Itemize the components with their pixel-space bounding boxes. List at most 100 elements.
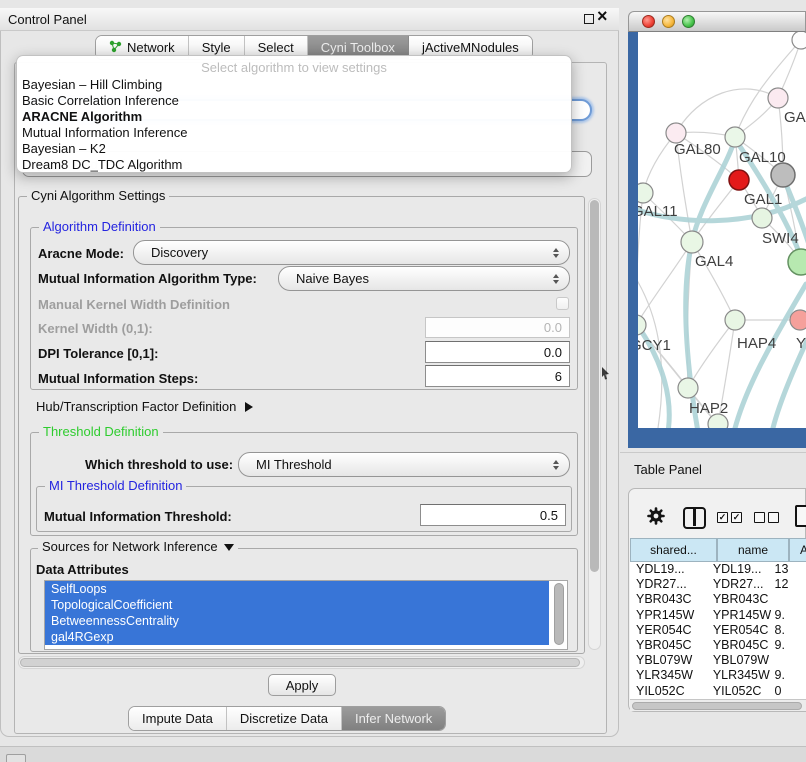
cell: YLR345W <box>707 668 771 683</box>
node-gal11[interactable] <box>638 183 653 203</box>
node-hap4[interactable] <box>725 310 745 330</box>
mi-steps-field[interactable]: 6 <box>425 365 570 387</box>
algorithm-option[interactable]: Mutual Information Inference <box>17 125 571 141</box>
algorithm-option-selected[interactable]: ARACNE Algorithm <box>17 109 571 125</box>
algorithm-placeholder: Select algorithm to view settings <box>17 59 571 77</box>
expand-right-icon <box>245 402 253 412</box>
node-gal80[interactable] <box>666 123 686 143</box>
manual-kernel-checkbox[interactable] <box>556 297 569 310</box>
table-row[interactable]: YLR345WYLR345W9. <box>630 668 806 683</box>
node-gal-pink[interactable] <box>768 88 788 108</box>
kernel-width-label: Kernel Width (0,1): <box>38 321 153 337</box>
document-icon[interactable] <box>795 505 806 527</box>
tab-discretize-data[interactable]: Discretize Data <box>227 707 342 730</box>
table-row[interactable]: YBR045CYBR045C9. <box>630 638 806 653</box>
table-horizontal-scrollbar[interactable] <box>630 699 806 711</box>
table-row[interactable]: YPR145WYPR145W9. <box>630 608 806 623</box>
tab-impute-data[interactable]: Impute Data <box>129 707 227 730</box>
settings-horizontal-scrollbar-thumb[interactable] <box>20 658 580 667</box>
cell: YER054C <box>707 623 771 638</box>
apply-button[interactable]: Apply <box>268 674 336 696</box>
node-table[interactable]: YDL19...YDL19...13 YDR27...YDR27...12 YB… <box>630 562 806 699</box>
node-salmon[interactable] <box>790 310 806 330</box>
cell: YPR145W <box>630 608 707 623</box>
columns-icon[interactable] <box>683 507 706 529</box>
cell: YBR043C <box>707 592 771 607</box>
attribute-item-selected[interactable]: SelfLoops <box>45 581 549 597</box>
close-icon[interactable]: × <box>597 7 608 25</box>
cell: YDL19... <box>707 562 771 577</box>
table-row[interactable]: YDL19...YDL19...13 <box>630 562 806 577</box>
cell: 13 <box>771 562 806 577</box>
mi-steps-value: 6 <box>555 369 562 384</box>
collapse-down-icon <box>224 544 234 551</box>
spinner-arrows-icon <box>553 248 559 258</box>
sources-legend-label: Sources for Network Inference <box>42 539 218 555</box>
deselect-all-checks-icon[interactable] <box>754 512 779 523</box>
settings-vertical-scrollbar-thumb[interactable] <box>590 200 599 572</box>
algorithm-option[interactable]: Bayesian – K2 <box>17 141 571 157</box>
hub-definition-label: Hub/Transcription Factor Definition <box>36 399 236 415</box>
column-header-shared[interactable]: shared... <box>630 538 717 562</box>
aracne-mode-value: Discovery <box>151 245 208 260</box>
node-label: GAL11 <box>638 203 678 220</box>
list-scrollbar-thumb[interactable] <box>554 583 564 645</box>
attribute-item-selected[interactable]: TopologicalCoefficient <box>45 597 549 613</box>
mi-threshold-legend: MI Threshold Definition <box>45 478 186 494</box>
select-all-checks-icon[interactable]: ✓ ✓ <box>717 512 742 523</box>
mi-threshold-label: Mutual Information Threshold: <box>44 509 232 525</box>
attribute-item-selected[interactable]: BetweennessCentrality <box>45 613 549 629</box>
algorithm-option[interactable]: Dream8 DC_TDC Algorithm <box>17 157 571 173</box>
table-row[interactable]: YER054CYER054C8. <box>630 623 806 638</box>
network-canvas[interactable]: GAL GAL80 GAL10 GAL1 GAL11 SWI4 GAL4 GCY… <box>638 32 806 428</box>
column-header-name[interactable]: name <box>717 538 789 562</box>
minimize-traffic-light-icon[interactable] <box>662 15 675 28</box>
table-horizontal-scrollbar-thumb[interactable] <box>632 702 802 710</box>
node-swi4[interactable] <box>752 208 772 228</box>
node-gal4[interactable] <box>681 231 703 253</box>
zoom-traffic-light-icon[interactable] <box>682 15 695 28</box>
node-gal10[interactable] <box>725 127 745 147</box>
tab-cyni-toolbox-label: Cyni Toolbox <box>321 40 395 55</box>
node-unlabeled[interactable] <box>792 32 806 49</box>
gear-icon[interactable] <box>646 506 666 531</box>
algorithm-definition-legend: Algorithm Definition <box>39 219 160 235</box>
attribute-item-selected[interactable]: gal4RGexp <box>45 629 549 645</box>
cell: 0 <box>771 684 806 699</box>
algorithm-option[interactable]: Bayesian – Hill Climbing <box>17 77 571 93</box>
close-traffic-light-icon[interactable] <box>642 15 655 28</box>
table-row[interactable]: YIL052CYIL052C0 <box>630 684 806 699</box>
column-header-cut[interactable]: A <box>789 538 806 562</box>
which-threshold-combo[interactable]: MI Threshold <box>238 452 570 477</box>
table-row[interactable]: YDR27...YDR27...12 <box>630 577 806 592</box>
node-gray[interactable] <box>771 163 795 187</box>
dpi-tolerance-field[interactable]: 0.0 <box>425 341 570 363</box>
algorithm-option[interactable]: Basic Correlation Inference <box>17 93 571 109</box>
cell: YIL052C <box>630 684 707 699</box>
mi-type-combo[interactable]: Naive Bayes <box>278 266 570 291</box>
mi-type-value: Naive Bayes <box>296 271 369 286</box>
mi-type-label: Mutual Information Algorithm Type: <box>38 271 257 287</box>
float-window-icon[interactable] <box>584 14 594 24</box>
node-hap2[interactable] <box>678 378 698 398</box>
hub-definition-expander[interactable]: Hub/Transcription Factor Definition <box>36 399 253 415</box>
data-attributes-list[interactable]: SelfLoops TopologicalCoefficient Between… <box>44 580 568 650</box>
node-green-bright[interactable] <box>788 249 806 275</box>
node-gal1-red[interactable] <box>729 170 749 190</box>
aracne-mode-combo[interactable]: Discovery <box>133 240 570 265</box>
tab-discretize-data-label: Discretize Data <box>240 711 328 726</box>
minimized-panel-button[interactable] <box>6 754 26 762</box>
cell: 9. <box>771 638 806 653</box>
aracne-mode-label: Aracne Mode: <box>38 246 124 262</box>
cell: YER054C <box>630 623 707 638</box>
tab-infer-network[interactable]: Infer Network <box>342 707 445 730</box>
cell: YPR145W <box>707 608 771 623</box>
table-row[interactable]: YBL079WYBL079W <box>630 653 806 668</box>
table-row[interactable]: YBR043CYBR043C <box>630 592 806 607</box>
node-label: GAL10 <box>739 149 786 166</box>
sources-legend[interactable]: Sources for Network Inference <box>38 539 238 555</box>
cell: YDL19... <box>630 562 707 577</box>
tab-style-label: Style <box>202 40 231 55</box>
mi-threshold-field[interactable]: 0.5 <box>420 504 566 526</box>
cell: YBR045C <box>630 638 707 653</box>
